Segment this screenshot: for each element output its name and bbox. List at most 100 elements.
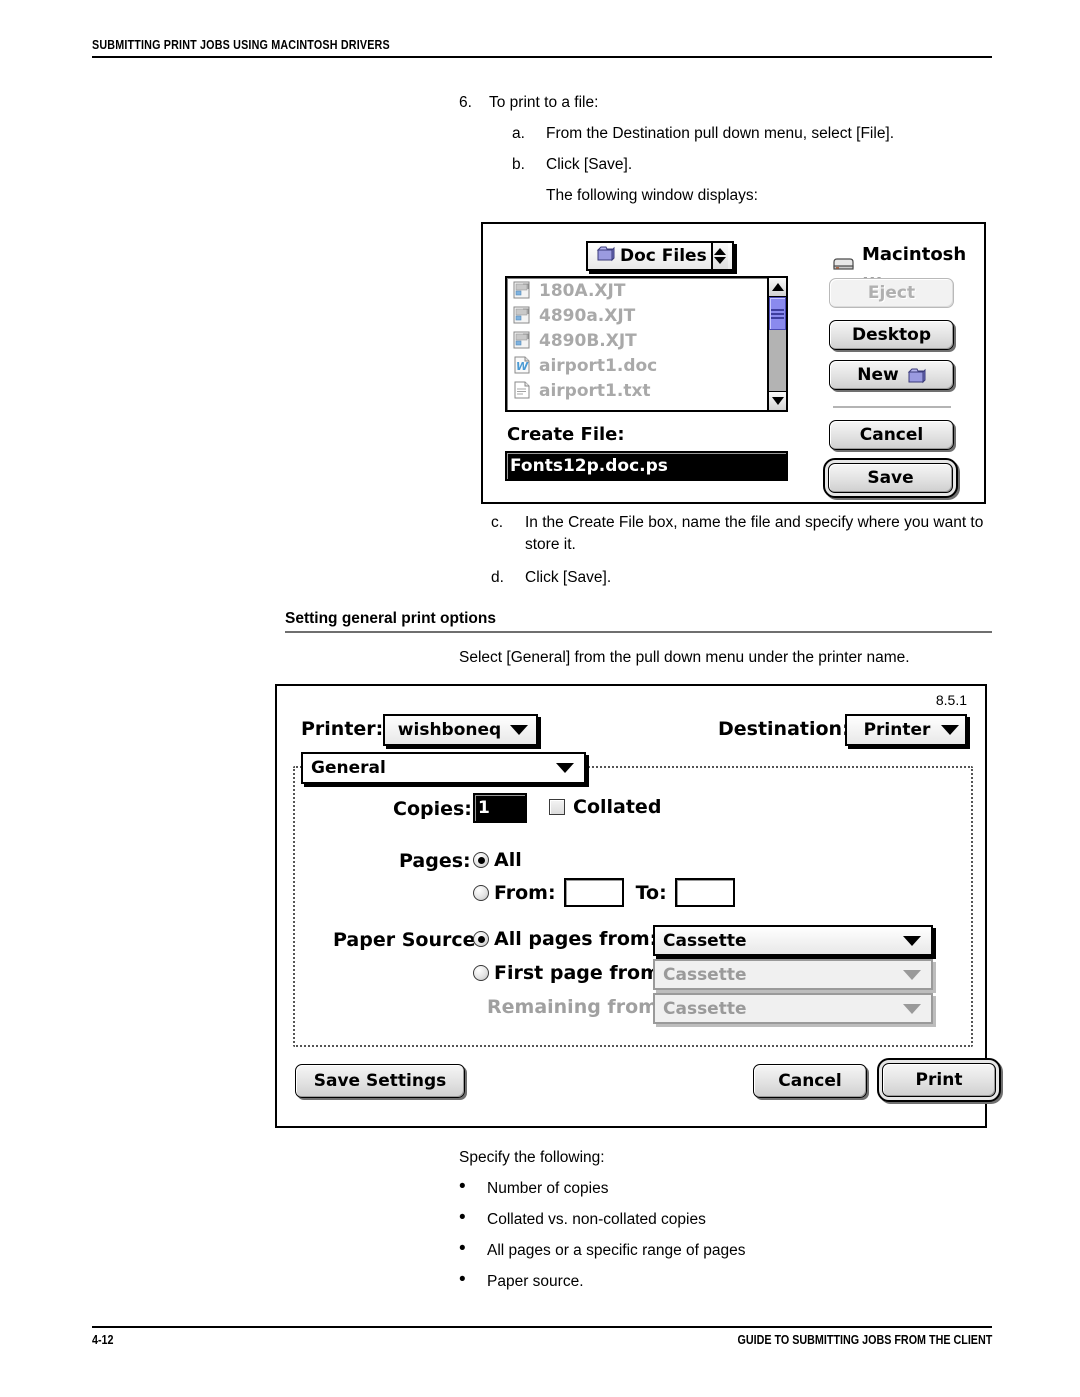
specify-item: • Collated vs. non-collated copies: [459, 1208, 992, 1231]
file-name-input[interactable]: Fonts12p.doc.ps: [505, 451, 788, 481]
specify-intro: Specify the following:: [459, 1149, 605, 1166]
desktop-button-label: Desktop: [851, 325, 932, 345]
printer-popup[interactable]: wishboneq: [383, 714, 538, 746]
bullet-icon: •: [459, 1269, 466, 1290]
print-dialog: 8.5.1 Printer: wishboneq Destination: Pr…: [275, 684, 1001, 1128]
copies-value: 1: [478, 798, 490, 818]
thumb-grip-icon: [771, 307, 784, 321]
list-item[interactable]: W airport1.doc: [507, 353, 786, 378]
step-6d: d. Click [Save].: [491, 567, 992, 589]
step-6c: c. In the Create File box, name the file…: [491, 512, 992, 556]
pages-all-label: All: [494, 849, 522, 871]
pages-to-input[interactable]: [674, 878, 735, 907]
footer-guide-title: GUIDE TO SUBMITTING JOBS FROM THE CLIENT: [737, 1333, 992, 1347]
file-list[interactable]: 180A.XJT 4890a.XJT 4890B.XJT W airport1.…: [505, 276, 788, 412]
step-6a-label: a.: [512, 125, 525, 142]
step-6a-text: From the Destination pull down menu, sel…: [546, 125, 895, 142]
updown-stepper-icon[interactable]: [710, 243, 728, 269]
step-6a: a. From the Destination pull down menu, …: [512, 123, 992, 145]
specify-item: • Number of copies: [459, 1177, 992, 1200]
specify-item: • All pages or a specific range of pages: [459, 1238, 992, 1262]
specify-item-label: Paper source.: [487, 1273, 584, 1290]
list-item[interactable]: 4890a.XJT: [507, 303, 786, 328]
first-page-from-radio[interactable]: [473, 965, 489, 981]
save-button-label: Save: [867, 468, 914, 488]
file-list-scrollbar[interactable]: [767, 278, 786, 410]
all-pages-from-popup[interactable]: Cassette: [653, 925, 933, 956]
page-header: SUBMITTING PRINT JOBS USING MACINTOSH DR…: [92, 38, 992, 58]
step-6d-text: Click [Save].: [525, 569, 612, 586]
cancel-button-label: Cancel: [859, 425, 924, 445]
step-6d-label: d.: [491, 569, 504, 586]
destination-label: Destination:: [718, 718, 850, 740]
step-6-text: To print to a file:: [489, 94, 599, 111]
first-page-from-row[interactable]: First page from:: [473, 962, 667, 984]
remaining-from-popup: Cassette: [653, 993, 933, 1024]
print-cancel-button[interactable]: Cancel: [753, 1064, 867, 1098]
scrollbar-thumb[interactable]: [769, 297, 786, 330]
step-6c-label: c.: [491, 514, 504, 531]
print-button[interactable]: Print: [882, 1063, 996, 1097]
print-dialog-version: 8.5.1: [935, 692, 967, 708]
copies-input[interactable]: 1: [473, 793, 527, 823]
button-group-divider: [833, 406, 951, 408]
page-header-title: SUBMITTING PRINT JOBS USING MACINTOSH DR…: [92, 38, 390, 52]
collated-checkbox[interactable]: [549, 799, 565, 815]
scroll-down-button[interactable]: [769, 391, 786, 410]
save-settings-button[interactable]: Save Settings: [295, 1064, 465, 1098]
step-6-number: 6.: [459, 94, 472, 111]
all-pages-from-radio[interactable]: [473, 931, 489, 947]
list-item-label: airport1.doc: [539, 355, 658, 376]
scrollbar-track[interactable]: [769, 297, 786, 391]
create-file-label: Create File:: [507, 424, 625, 445]
step-6: 6. To print to a file:: [459, 92, 992, 114]
header-rule: [92, 56, 992, 58]
text-document-icon: [511, 380, 533, 401]
remaining-from-label: Remaining from:: [487, 996, 666, 1018]
cancel-button[interactable]: Cancel: [829, 420, 954, 450]
specify-item-label: All pages or a specific range of pages: [487, 1242, 746, 1259]
copies-label: Copies:: [393, 798, 472, 820]
pages-all-radio[interactable]: [473, 852, 489, 868]
print-button-default-ring: Print: [877, 1058, 1001, 1102]
section-heading-text: Setting general print options: [285, 610, 496, 627]
word-document-icon: W: [511, 355, 533, 376]
step-6c-text: In the Create File box, name the file an…: [525, 514, 984, 553]
list-item-label: 4890a.XJT: [539, 305, 636, 326]
svg-text:W: W: [516, 360, 529, 373]
collated-checkbox-row[interactable]: Collated: [549, 796, 661, 818]
scroll-up-button[interactable]: [769, 278, 786, 297]
footer-rule: [92, 1326, 992, 1328]
save-button-default-ring: Save: [823, 458, 958, 498]
pages-range-row[interactable]: From: To:: [473, 878, 735, 907]
section-heading: Setting general print options: [285, 610, 992, 633]
collated-label: Collated: [573, 796, 662, 818]
remaining-from-value: Cassette: [663, 998, 747, 1019]
all-pages-from-row[interactable]: All pages from:: [473, 928, 657, 950]
list-item[interactable]: airport1.txt: [507, 378, 786, 403]
pages-from-radio[interactable]: [473, 884, 489, 901]
specify-item: • Paper source.: [459, 1269, 992, 1293]
list-item-label: 4890B.XJT: [539, 330, 637, 351]
pane-popup[interactable]: General: [301, 752, 586, 784]
pages-from-label: From:: [494, 881, 556, 904]
save-button[interactable]: Save: [828, 463, 953, 493]
first-page-from-label: First page from:: [494, 962, 668, 984]
pages-from-input[interactable]: [563, 878, 624, 907]
xjt-document-icon: [511, 280, 533, 301]
desktop-button[interactable]: Desktop: [829, 320, 954, 350]
list-item[interactable]: 4890B.XJT: [507, 328, 786, 353]
location-popup-button[interactable]: Doc Files: [586, 241, 734, 271]
print-button-label: Print: [915, 1070, 963, 1090]
bullet-icon: •: [459, 1238, 466, 1259]
list-item[interactable]: 180A.XJT: [507, 278, 786, 303]
step-6b: b. Click [Save].: [512, 154, 992, 176]
new-folder-button[interactable]: New: [829, 360, 954, 390]
list-item-label: airport1.txt: [539, 380, 651, 401]
all-pages-from-label: All pages from:: [494, 928, 658, 950]
specify-item-label: Number of copies: [487, 1180, 609, 1197]
pages-all-row[interactable]: All: [473, 849, 522, 871]
destination-popup[interactable]: Printer: [845, 714, 967, 746]
all-pages-from-value: Cassette: [663, 930, 747, 951]
xjt-document-icon: [511, 305, 533, 326]
